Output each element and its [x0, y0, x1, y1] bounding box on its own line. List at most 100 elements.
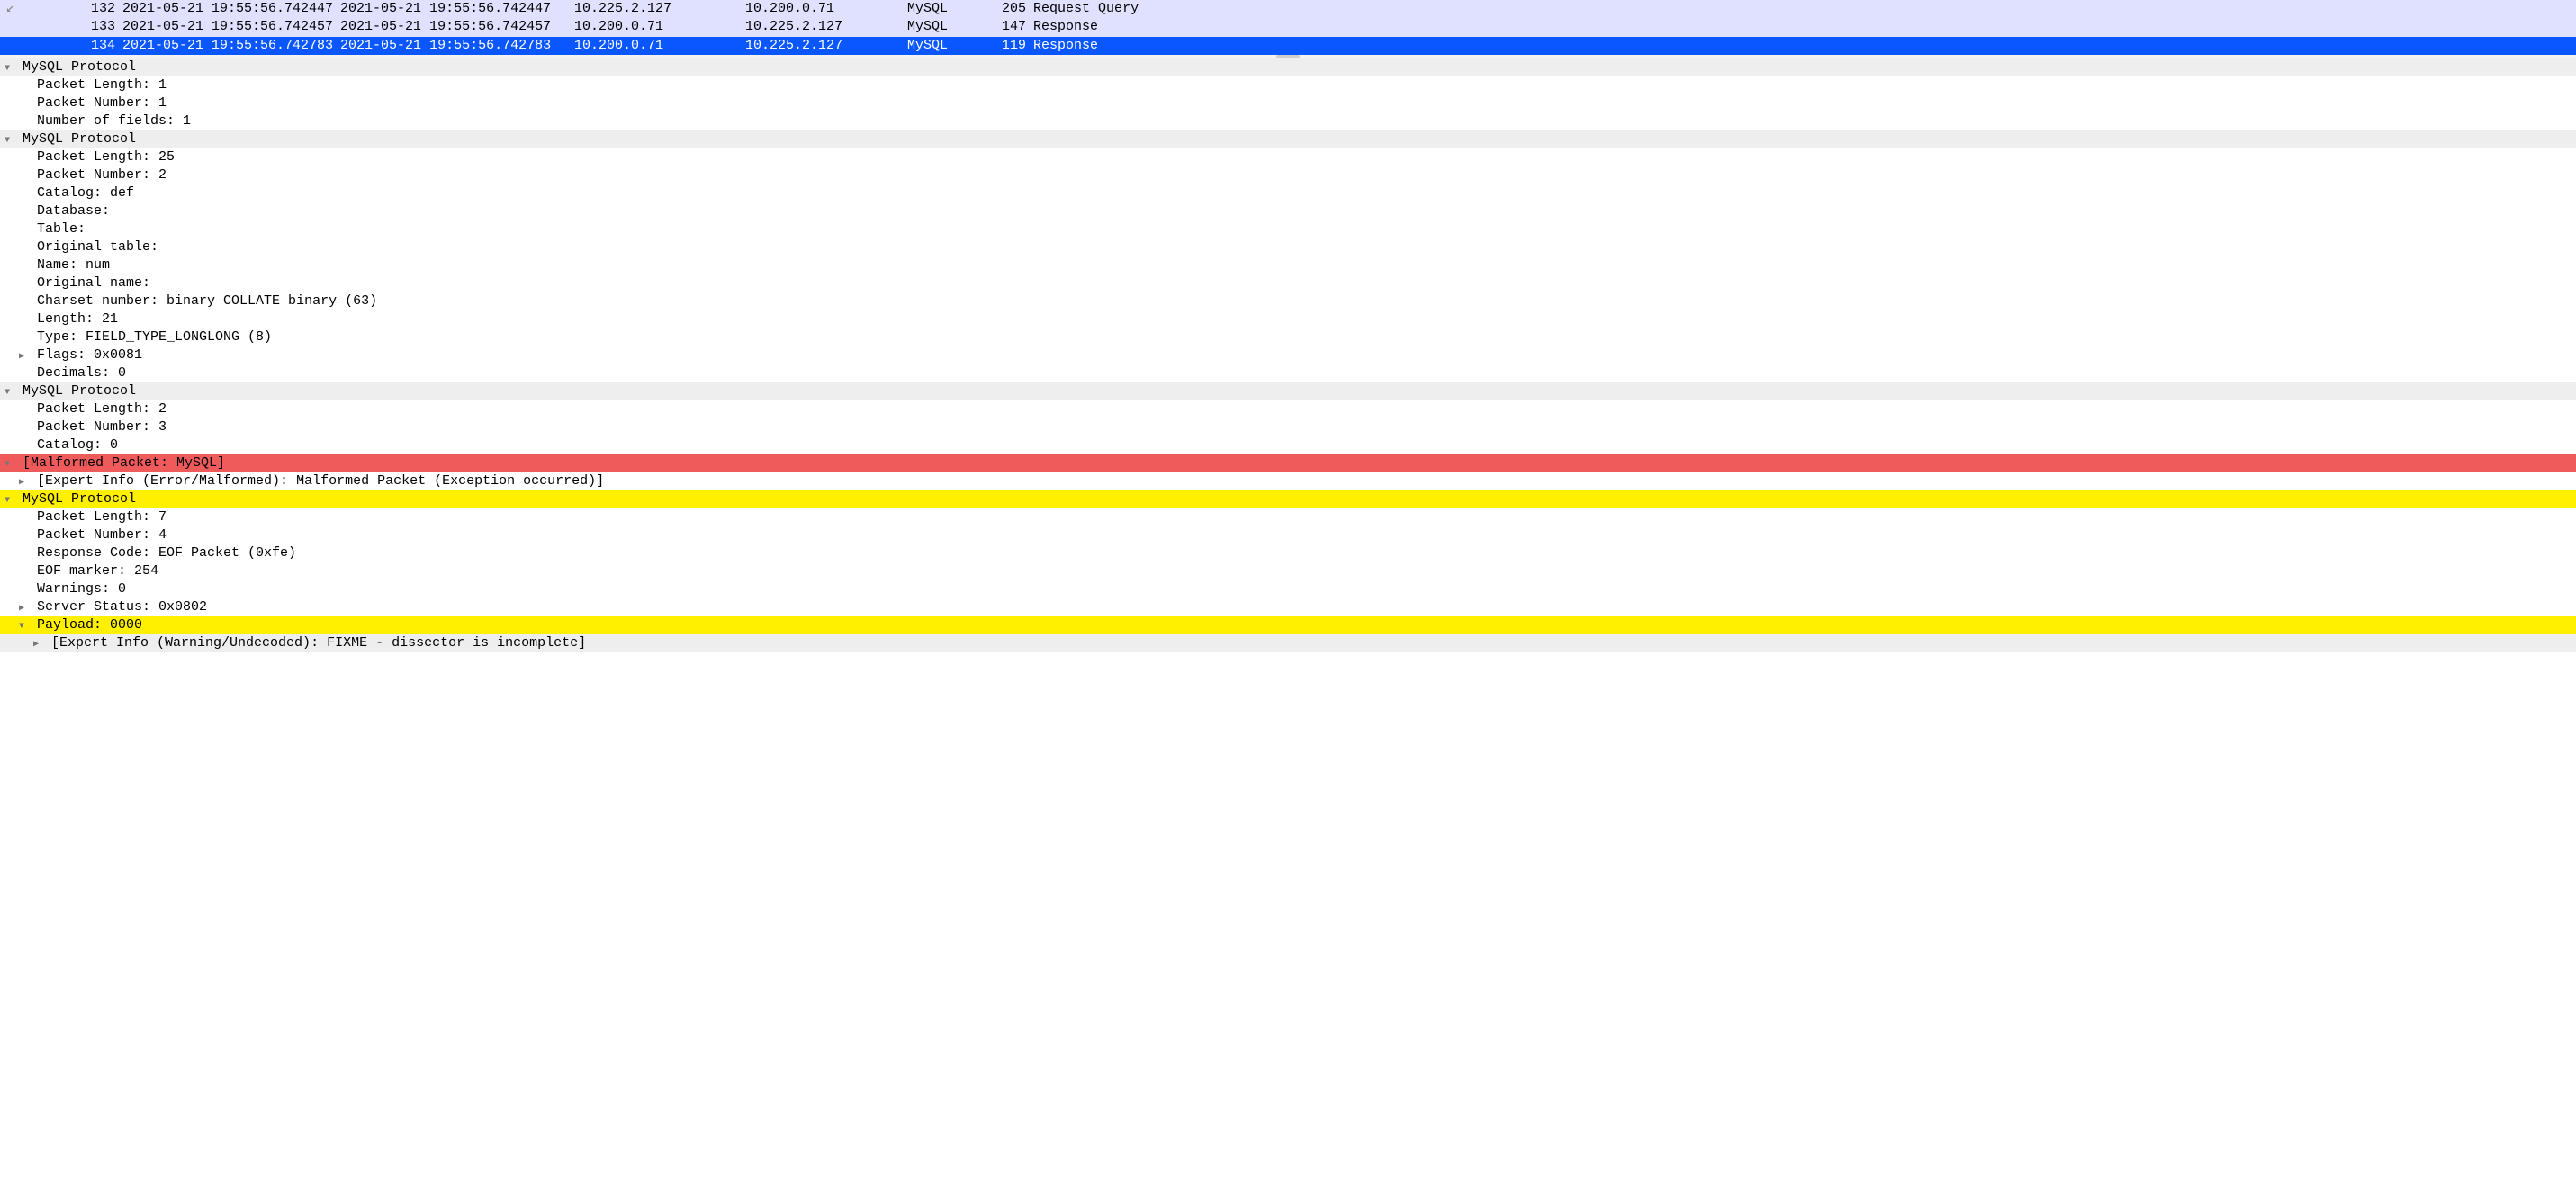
packet-length: 119 — [985, 37, 1030, 55]
tree-field-label: Packet Length: 1 — [37, 76, 2576, 94]
packet-protocol: MySQL — [904, 18, 985, 36]
gutter-spacer — [0, 37, 20, 55]
tree-row[interactable]: Payload: 0000 — [0, 616, 2576, 634]
tree-field-label: Payload: 0000 — [37, 616, 2576, 634]
tree-row[interactable]: Original name: — [0, 274, 2576, 292]
tree-row[interactable]: Table: — [0, 220, 2576, 238]
spacer — [29, 76, 37, 94]
expand-toggle-open-icon[interactable] — [0, 490, 14, 508]
tree-row[interactable]: MySQL Protocol — [0, 382, 2576, 400]
tree-field-label: Type: FIELD_TYPE_LONGLONG (8) — [37, 328, 2576, 346]
packet-delta-time: 2021-05-21 19:55:56.742457 — [119, 18, 337, 36]
tree-field-label: Charset number: binary COLLATE binary (6… — [37, 292, 2576, 310]
spacer — [29, 418, 37, 436]
tree-field-label: Server Status: 0x0802 — [37, 598, 2576, 616]
expand-toggle-closed-icon[interactable] — [14, 598, 29, 616]
tree-row[interactable]: Packet Length: 1 — [0, 76, 2576, 94]
tree-field-label: MySQL Protocol — [23, 382, 2576, 400]
spacer — [29, 310, 37, 328]
tree-field-label: Original table: — [37, 238, 2576, 256]
tree-row[interactable]: Charset number: binary COLLATE binary (6… — [0, 292, 2576, 310]
spacer — [29, 436, 37, 454]
spacer — [29, 292, 37, 310]
tree-row[interactable]: Name: num — [0, 256, 2576, 274]
tree-row[interactable]: [Expert Info (Error/Malformed): Malforme… — [0, 472, 2576, 490]
spacer — [14, 490, 23, 508]
tree-field-label: Flags: 0x0081 — [37, 346, 2576, 364]
spacer — [29, 202, 37, 220]
tree-row[interactable]: Database: — [0, 202, 2576, 220]
tree-row[interactable]: Number of fields: 1 — [0, 112, 2576, 130]
packet-row[interactable]: 1332021-05-21 19:55:56.7424572021-05-21 … — [0, 18, 2576, 36]
tree-row[interactable]: Packet Number: 4 — [0, 526, 2576, 544]
tree-row[interactable]: Original table: — [0, 238, 2576, 256]
tree-row[interactable]: Catalog: def — [0, 184, 2576, 202]
tree-field-label: [Expert Info (Warning/Undecoded): FIXME … — [51, 634, 2576, 652]
tree-row[interactable]: [Malformed Packet: MySQL] — [0, 454, 2576, 472]
tree-field-label: Packet Number: 3 — [37, 418, 2576, 436]
packet-number: 134 — [20, 37, 119, 55]
tree-row[interactable]: Server Status: 0x0802 — [0, 598, 2576, 616]
expand-toggle-closed-icon[interactable] — [14, 346, 29, 364]
packet-timestamp: 2021-05-21 19:55:56.742447 — [337, 0, 571, 18]
tree-row[interactable]: MySQL Protocol — [0, 490, 2576, 508]
tree-field-label: MySQL Protocol — [23, 130, 2576, 148]
packet-details-tree[interactable]: MySQL Protocol Packet Length: 1 Packet N… — [0, 58, 2576, 656]
tree-row[interactable]: Packet Number: 3 — [0, 418, 2576, 436]
tree-field-label: Packet Number: 4 — [37, 526, 2576, 544]
tree-row[interactable]: Length: 21 — [0, 310, 2576, 328]
packet-info: Response — [1030, 18, 2576, 36]
tree-row[interactable]: Warnings: 0 — [0, 580, 2576, 598]
tree-row[interactable]: MySQL Protocol — [0, 58, 2576, 76]
spacer — [29, 580, 37, 598]
tree-row[interactable]: Catalog: 0 — [0, 436, 2576, 454]
tree-field-label: Decimals: 0 — [37, 364, 2576, 382]
expand-toggle-open-icon[interactable] — [0, 58, 14, 76]
tree-field-label: Length: 21 — [37, 310, 2576, 328]
tree-field-label: [Malformed Packet: MySQL] — [23, 454, 2576, 472]
expand-toggle-closed-icon[interactable] — [29, 634, 43, 652]
related-packet-marker-icon: ↙ — [0, 0, 20, 18]
packet-destination: 10.225.2.127 — [742, 18, 904, 36]
tree-row[interactable]: Response Code: EOF Packet (0xfe) — [0, 544, 2576, 562]
packet-length: 147 — [985, 18, 1030, 36]
packet-row[interactable]: 1342021-05-21 19:55:56.7427832021-05-21 … — [0, 37, 2576, 55]
tree-row[interactable]: Packet Number: 1 — [0, 94, 2576, 112]
spacer — [29, 328, 37, 346]
tree-row[interactable]: MySQL Protocol — [0, 130, 2576, 148]
tree-row[interactable]: EOF marker: 254 — [0, 562, 2576, 580]
packet-number: 132 — [20, 0, 119, 18]
packet-protocol: MySQL — [904, 0, 985, 18]
tree-row[interactable]: Type: FIELD_TYPE_LONGLONG (8) — [0, 328, 2576, 346]
tree-row[interactable]: Decimals: 0 — [0, 364, 2576, 382]
tree-row[interactable]: Packet Number: 2 — [0, 166, 2576, 184]
spacer — [29, 508, 37, 526]
expand-toggle-open-icon[interactable] — [14, 616, 29, 634]
tree-field-label: Database: — [37, 202, 2576, 220]
tree-row[interactable]: [Expert Info (Warning/Undecoded): FIXME … — [0, 634, 2576, 652]
packet-list[interactable]: ↙132 2021-05-21 19:55:56.7424472021-05-21… — [0, 0, 2576, 55]
spacer — [29, 562, 37, 580]
packet-destination: 10.200.0.71 — [742, 0, 904, 18]
spacer — [29, 526, 37, 544]
pane-splitter[interactable] — [0, 55, 2576, 58]
tree-row[interactable]: Flags: 0x0081 — [0, 346, 2576, 364]
tree-field-label: Catalog: 0 — [37, 436, 2576, 454]
expand-toggle-open-icon[interactable] — [0, 454, 14, 472]
spacer — [29, 94, 37, 112]
packet-source: 10.200.0.71 — [571, 18, 742, 36]
spacer — [29, 256, 37, 274]
tree-field-label: Original name: — [37, 274, 2576, 292]
expand-toggle-open-icon[interactable] — [0, 130, 14, 148]
spacer — [29, 346, 37, 364]
tree-row[interactable]: Packet Length: 2 — [0, 400, 2576, 418]
packet-timestamp: 2021-05-21 19:55:56.742457 — [337, 18, 571, 36]
expand-toggle-open-icon[interactable] — [0, 382, 14, 400]
tree-row[interactable]: Packet Length: 25 — [0, 148, 2576, 166]
splitter-handle-icon — [1276, 55, 1300, 58]
packet-length: 205 — [985, 0, 1030, 18]
packet-row[interactable]: ↙1322021-05-21 19:55:56.7424472021-05-21… — [0, 0, 2576, 18]
tree-row[interactable]: Packet Length: 7 — [0, 508, 2576, 526]
expand-toggle-closed-icon[interactable] — [14, 472, 29, 490]
tree-field-label: Name: num — [37, 256, 2576, 274]
